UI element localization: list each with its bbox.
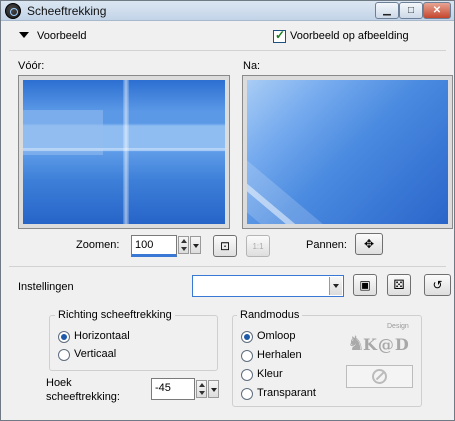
zoom-label: Zoomen: xyxy=(76,239,120,251)
edge-wrap-label[interactable]: Omloop xyxy=(257,330,296,342)
chevron-down-icon[interactable] xyxy=(329,277,342,295)
pan-move-icon: ✥ xyxy=(363,237,375,251)
zoom-input[interactable]: 100 xyxy=(131,235,177,257)
angle-input[interactable]: -45 xyxy=(151,378,195,400)
spin-down-icon[interactable] xyxy=(181,247,187,251)
reset-icon: ↺ xyxy=(432,278,443,292)
randomize-dice-icon: ⚄ xyxy=(393,277,405,292)
kad-watermark-logo: Design ♞ K@D xyxy=(345,321,415,363)
preview-section-label[interactable]: Voorbeeld xyxy=(37,30,87,42)
edge-transparent-label[interactable]: Transparant xyxy=(257,387,316,399)
save-disk-icon: ▣ xyxy=(359,278,371,292)
zoom-spinner[interactable] xyxy=(178,236,189,254)
after-preview-image xyxy=(247,80,448,224)
pan-label: Pannen: xyxy=(306,239,347,251)
edge-color-label[interactable]: Kleur xyxy=(257,368,283,380)
close-icon: ✕ xyxy=(432,5,442,16)
settings-preset-select[interactable] xyxy=(192,275,344,297)
zoom-value: 100 xyxy=(135,239,154,251)
divider xyxy=(9,266,446,267)
spin-up-icon[interactable] xyxy=(199,383,205,387)
spin-up-icon[interactable] xyxy=(181,239,187,243)
texture-band-vertical xyxy=(123,80,129,224)
angle-label-line2: scheeftrekking: xyxy=(46,391,120,403)
direction-horizontal-radio[interactable] xyxy=(58,331,70,343)
title-bar[interactable]: Scheeftrekking ▁ □ ✕ xyxy=(1,1,454,21)
save-preset-button[interactable]: ▣ xyxy=(353,274,377,296)
close-button[interactable]: ✕ xyxy=(423,2,451,19)
pan-button[interactable]: ✥ xyxy=(355,233,383,255)
maximize-icon: □ xyxy=(407,5,415,16)
angle-label-line1: Hoek xyxy=(46,377,72,389)
randomize-button[interactable]: ⚄ xyxy=(387,274,411,296)
window-title: Scheeftrekking xyxy=(27,4,107,18)
settings-label: Instellingen xyxy=(18,281,74,293)
app-camera-icon[interactable] xyxy=(5,3,21,19)
direction-horizontal-label[interactable]: Horizontaal xyxy=(74,330,130,342)
actual-size-icon: 1:1 xyxy=(252,241,264,251)
preview-on-image-label[interactable]: Voorbeeld op afbeelding xyxy=(290,30,409,42)
collapse-triangle-icon[interactable] xyxy=(19,32,29,38)
divider xyxy=(9,50,446,51)
zoom-fit-button[interactable]: ⊡ xyxy=(213,235,237,257)
edge-repeat-label[interactable]: Herhalen xyxy=(257,349,302,361)
reset-button[interactable]: ↺ xyxy=(424,274,451,296)
direction-vertical-radio[interactable] xyxy=(58,349,70,361)
after-preview-frame[interactable] xyxy=(242,75,453,229)
spin-down-icon[interactable] xyxy=(199,391,205,395)
disabled-icon xyxy=(372,369,387,384)
after-label: Na: xyxy=(243,60,261,72)
watermark-small-text: Design xyxy=(387,323,409,330)
dialog-window: Scheeftrekking ▁ □ ✕ Voorbeeld ✓ Voorbee… xyxy=(0,0,455,421)
edge-mode-group-title: Randmodus xyxy=(237,309,303,321)
edge-repeat-radio[interactable] xyxy=(241,350,253,362)
before-preview-frame[interactable] xyxy=(18,75,230,229)
angle-spinner[interactable] xyxy=(196,380,207,398)
direction-group-title: Richting scheeftrekking xyxy=(55,309,175,321)
edge-wrap-radio[interactable] xyxy=(241,331,253,343)
direction-groupbox xyxy=(49,315,218,371)
preview-on-image-checkbox[interactable]: ✓ xyxy=(273,28,286,43)
edge-color-radio[interactable] xyxy=(241,369,253,381)
watermark-text: K@D xyxy=(363,335,410,354)
direction-vertical-label[interactable]: Verticaal xyxy=(74,348,116,360)
zoom-dropdown-button[interactable] xyxy=(190,236,201,254)
angle-value: -45 xyxy=(155,382,171,394)
minimize-icon: ▁ xyxy=(383,5,391,16)
before-preview-image xyxy=(23,80,225,224)
edge-color-swatch[interactable] xyxy=(346,365,413,388)
minimize-button[interactable]: ▁ xyxy=(375,2,399,19)
checkmark-icon: ✓ xyxy=(275,28,286,42)
angle-dropdown-button[interactable] xyxy=(208,380,219,398)
fit-to-window-icon: ⊡ xyxy=(219,239,231,253)
before-label: Vóór: xyxy=(18,60,45,72)
maximize-button[interactable]: □ xyxy=(399,2,423,19)
edge-transparent-radio[interactable] xyxy=(241,388,253,400)
zoom-actual-size-button[interactable]: 1:1 xyxy=(246,235,270,257)
